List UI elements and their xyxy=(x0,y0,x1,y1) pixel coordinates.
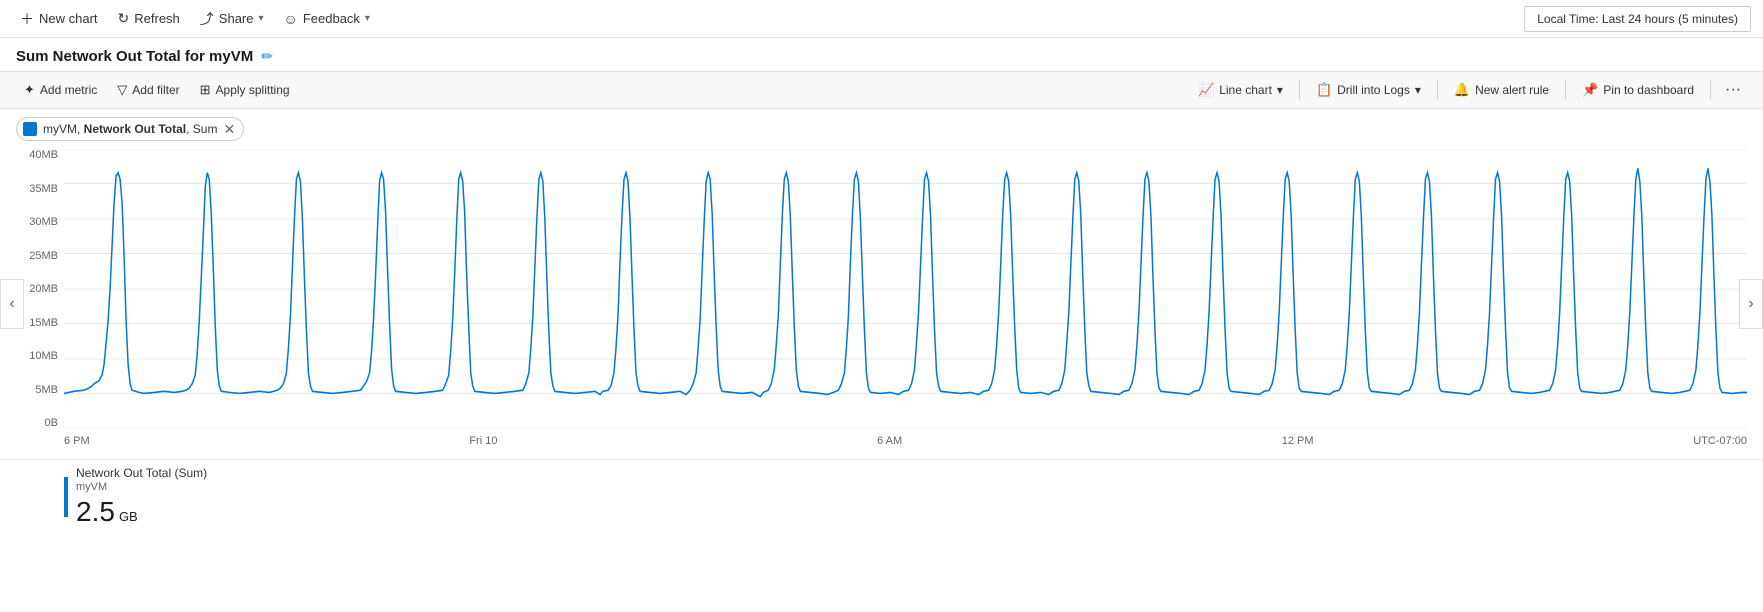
refresh-button[interactable]: ↻ Refresh xyxy=(110,6,188,31)
edit-icon[interactable]: ✏ xyxy=(261,48,273,65)
legend-color-bar xyxy=(64,477,68,517)
x-label-fri10: Fri 10 xyxy=(469,435,497,447)
y-label-25mb: 25MB xyxy=(29,250,58,262)
feedback-button[interactable]: ☺ Feedback ▾ xyxy=(276,7,378,31)
nav-arrow-right[interactable]: › xyxy=(1739,279,1763,329)
plus-icon: ＋ xyxy=(20,9,34,29)
new-alert-rule-label: New alert rule xyxy=(1475,83,1549,97)
new-alert-rule-button[interactable]: 🔔 New alert rule xyxy=(1446,78,1557,102)
y-label-35mb: 35MB xyxy=(29,183,58,195)
pin-to-dashboard-label: Pin to dashboard xyxy=(1603,83,1694,97)
pin-icon: 📌 xyxy=(1582,82,1598,98)
separator-3 xyxy=(1565,80,1566,100)
metric-tag-text: myVM, Network Out Total, Sum xyxy=(43,122,217,136)
refresh-label: Refresh xyxy=(134,11,180,26)
splitting-icon: ⊞ xyxy=(200,82,211,98)
y-label-5mb: 5MB xyxy=(35,384,58,396)
feedback-label: Feedback xyxy=(303,11,360,26)
y-label-10mb: 10MB xyxy=(29,350,58,362)
line-chart-button[interactable]: 📈 Line chart ▾ xyxy=(1190,78,1291,102)
y-label-30mb: 30MB xyxy=(29,216,58,228)
logs-icon: 📋 xyxy=(1316,82,1332,98)
add-metric-button[interactable]: ✦ Add metric xyxy=(16,78,105,102)
y-label-0b: 0B xyxy=(45,417,58,429)
x-label-utc: UTC-07:00 xyxy=(1693,435,1747,447)
legend-row: Network Out Total (Sum) myVM 2.5 GB xyxy=(64,466,1747,528)
metrics-toolbar: ✦ Add metric ▽ Add filter ⊞ Apply splitt… xyxy=(0,71,1763,109)
add-metric-label: Add metric xyxy=(40,83,97,97)
y-label-15mb: 15MB xyxy=(29,317,58,329)
more-options-button[interactable]: ··· xyxy=(1719,77,1747,103)
chart-area: ‹ › 40MB 35MB 30MB 25MB 20MB 15MB 10MB 5… xyxy=(0,149,1763,459)
more-icon: ··· xyxy=(1725,81,1741,99)
y-label-20mb: 20MB xyxy=(29,283,58,295)
metric-name: Network Out Total xyxy=(84,122,186,136)
chart-plot xyxy=(64,149,1747,429)
time-range-section: Local Time: Last 24 hours (5 minutes) xyxy=(1524,6,1751,32)
metrics-right: 📈 Line chart ▾ 📋 Drill into Logs ▾ 🔔 New… xyxy=(1190,77,1747,103)
line-chart-chevron-icon: ▾ xyxy=(1277,83,1283,97)
new-chart-button[interactable]: ＋ New chart xyxy=(12,5,106,33)
toolbar-left: ＋ New chart ↻ Refresh ⤴ Share ▾ ☺ Feedba… xyxy=(12,5,378,33)
chart-container: 40MB 35MB 30MB 25MB 20MB 15MB 10MB 5MB 0… xyxy=(0,149,1763,459)
separator-2 xyxy=(1437,80,1438,100)
add-filter-label: Add filter xyxy=(132,83,179,97)
chart-wrapper: 40MB 35MB 30MB 25MB 20MB 15MB 10MB 5MB 0… xyxy=(16,149,1747,459)
vm-name: myVM xyxy=(43,122,77,136)
time-range-button[interactable]: Local Time: Last 24 hours (5 minutes) xyxy=(1524,6,1751,32)
aggregation: Sum xyxy=(193,122,218,136)
line-chart-label: Line chart xyxy=(1219,83,1272,97)
legend-subtitle: myVM xyxy=(76,481,207,493)
alert-icon: 🔔 xyxy=(1454,82,1470,98)
y-label-40mb: 40MB xyxy=(29,149,58,161)
top-toolbar: ＋ New chart ↻ Refresh ⤴ Share ▾ ☺ Feedba… xyxy=(0,0,1763,38)
network-line xyxy=(64,168,1747,396)
share-button[interactable]: ⤴ Share ▾ xyxy=(192,5,272,33)
line-chart-svg xyxy=(64,149,1747,429)
add-filter-button[interactable]: ▽ Add filter xyxy=(109,78,187,102)
x-label-12pm: 12 PM xyxy=(1282,435,1314,447)
chart-title-bar: Sum Network Out Total for myVM ✏ xyxy=(0,38,1763,71)
pin-to-dashboard-button[interactable]: 📌 Pin to dashboard xyxy=(1574,78,1702,102)
drill-into-logs-label: Drill into Logs xyxy=(1337,83,1410,97)
drill-into-logs-button[interactable]: 📋 Drill into Logs ▾ xyxy=(1308,78,1429,102)
x-axis: 6 PM Fri 10 6 AM 12 PM UTC-07:00 xyxy=(64,431,1747,459)
metrics-left: ✦ Add metric ▽ Add filter ⊞ Apply splitt… xyxy=(16,78,298,102)
logs-chevron-icon: ▾ xyxy=(1415,83,1421,97)
remove-metric-tag-button[interactable]: ✕ xyxy=(223,122,235,136)
apply-splitting-label: Apply splitting xyxy=(216,83,290,97)
refresh-icon: ↻ xyxy=(118,10,130,27)
filter-icon: ▽ xyxy=(117,82,127,98)
share-icon: ⤴ xyxy=(200,9,214,29)
x-label-6am: 6 AM xyxy=(877,435,902,447)
legend-item: Network Out Total (Sum) myVM 2.5 GB xyxy=(76,466,207,528)
share-chevron-icon: ▾ xyxy=(259,13,264,24)
metric-tags: myVM, Network Out Total, Sum ✕ xyxy=(0,109,1763,149)
legend-value-unit: GB xyxy=(119,509,138,524)
feedback-chevron-icon: ▾ xyxy=(365,13,370,24)
metric-tag: myVM, Network Out Total, Sum ✕ xyxy=(16,117,244,141)
add-metric-icon: ✦ xyxy=(24,82,35,98)
chart-title: Sum Network Out Total for myVM xyxy=(16,48,253,65)
legend-area: Network Out Total (Sum) myVM 2.5 GB xyxy=(0,459,1763,536)
separator-4 xyxy=(1710,80,1711,100)
feedback-icon: ☺ xyxy=(284,11,298,27)
x-label-6pm: 6 PM xyxy=(64,435,90,447)
time-range-label: Local Time: Last 24 hours (5 minutes) xyxy=(1537,12,1738,26)
share-label: Share xyxy=(219,11,254,26)
separator-1 xyxy=(1299,80,1300,100)
legend-value: 2.5 GB xyxy=(76,496,207,528)
legend-value-number: 2.5 xyxy=(76,496,115,528)
apply-splitting-button[interactable]: ⊞ Apply splitting xyxy=(192,78,298,102)
metric-tag-icon xyxy=(23,122,37,136)
nav-arrow-left[interactable]: ‹ xyxy=(0,279,24,329)
legend-title: Network Out Total (Sum) xyxy=(76,466,207,480)
line-chart-icon: 📈 xyxy=(1198,82,1214,98)
new-chart-label: New chart xyxy=(39,11,98,26)
